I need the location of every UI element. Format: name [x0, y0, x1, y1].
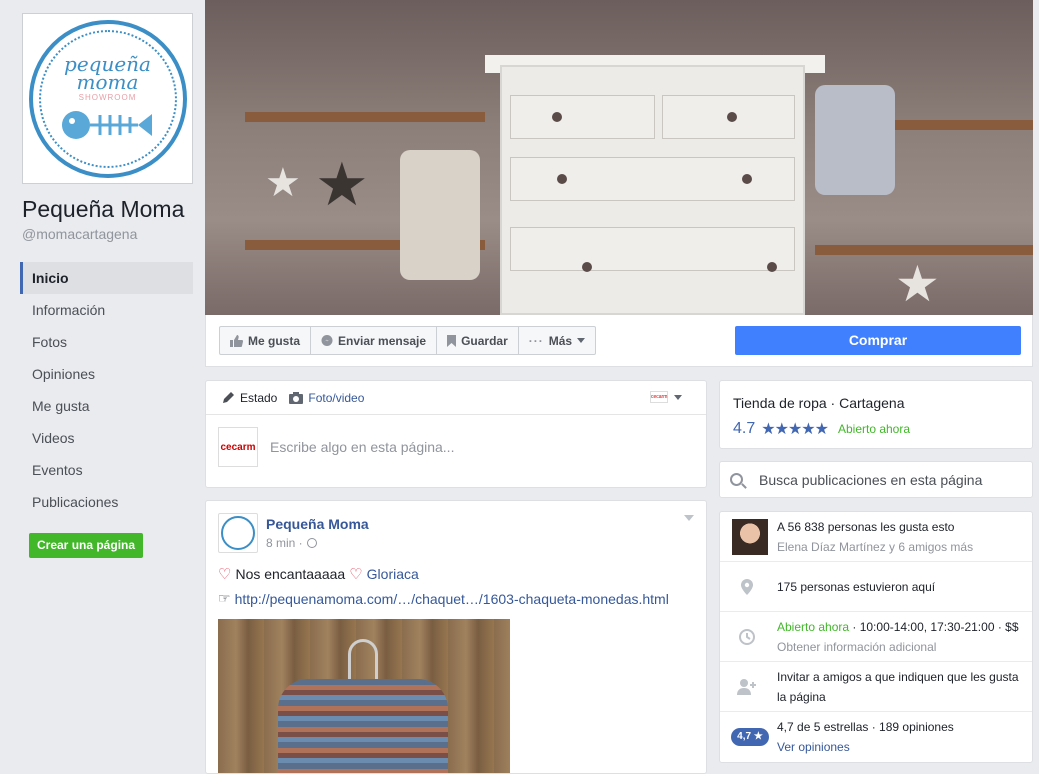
chevron-down-icon	[674, 394, 682, 400]
page-post-search[interactable]: Busca publicaciones en esta página	[719, 461, 1033, 498]
pointing-hand-icon: ☞	[218, 590, 231, 606]
search-icon	[730, 473, 743, 486]
location-pin-icon	[736, 576, 758, 598]
nav-item-publicaciones[interactable]: Publicaciones	[20, 486, 193, 518]
post-photo[interactable]	[218, 619, 510, 773]
rating-stars-icon: ★★★★★	[761, 421, 829, 438]
open-now-status: Abierto ahora	[837, 422, 911, 436]
save-button[interactable]: Guardar	[436, 326, 519, 355]
post-timestamp[interactable]: 8 min ·	[266, 536, 303, 550]
nav-item-informacion[interactable]: Información	[20, 294, 193, 326]
nav-item-eventos[interactable]: Eventos	[20, 454, 193, 486]
cecarm-mini-avatar: cecarm	[650, 391, 668, 403]
hours-text: · 10:00-14:00, 17:30-21:00 · $$	[849, 620, 1019, 634]
like-page-button[interactable]: Me gusta	[219, 326, 312, 355]
camera-icon	[289, 391, 304, 404]
feed-post: Pequeña Moma 8 min · ♡ Nos encantaaaaa ♡…	[205, 500, 707, 774]
post-author[interactable]: Pequeña Moma	[266, 516, 369, 532]
post-author-avatar[interactable]	[218, 513, 258, 553]
like-label: Me gusta	[248, 333, 301, 348]
left-nav: Inicio Información Fotos Opiniones Me gu…	[20, 262, 193, 518]
invite-row[interactable]: Invitar a amigos a que indiquen que les …	[720, 662, 1032, 712]
save-label: Guardar	[461, 333, 508, 348]
checkins-row: 175 personas estuvieron aquí	[720, 562, 1032, 612]
send-message-label: Enviar mensaje	[338, 333, 427, 348]
tab-photo-label: Foto/video	[308, 390, 365, 405]
post-options-chevron-icon[interactable]	[684, 515, 694, 521]
checkins-count: 175 personas estuvieron aquí	[777, 580, 936, 594]
ellipsis-icon: ···	[528, 333, 544, 348]
post-link[interactable]: http://pequenamoma.com/…/chaquet…/1603-c…	[235, 591, 669, 607]
nav-item-me-gusta[interactable]: Me gusta	[20, 390, 193, 422]
rating-summary: 4,7 de 5 estrellas · 189 opiniones	[777, 720, 954, 734]
page-category[interactable]: Tienda de ropa · Cartagena	[733, 395, 904, 411]
profile-picture[interactable]: pequeña moma SHOWROOM	[22, 13, 193, 184]
page-title[interactable]: Pequeña Moma	[22, 196, 184, 223]
post-message-text: Nos encantaaaaa	[235, 566, 346, 582]
clock-icon	[736, 626, 758, 648]
nav-item-opiniones[interactable]: Opiniones	[20, 358, 193, 390]
tab-status-label: Estado	[240, 390, 278, 405]
post-message: ♡ Nos encantaaaaa ♡ Gloriaca	[218, 565, 419, 583]
nav-item-inicio[interactable]: Inicio	[20, 262, 193, 294]
more-label: Más	[548, 333, 573, 348]
composer-input[interactable]: Escribe algo en esta página...	[270, 439, 454, 455]
thumbs-up-icon	[230, 334, 243, 347]
tab-photo-video[interactable]: Foto/video	[289, 391, 364, 405]
rating-row: 4,7 ★ 4,7 de 5 estrellas · 189 opiniones…	[720, 712, 1032, 764]
post-as-selector[interactable]: cecarm	[650, 391, 682, 403]
friend-avatar[interactable]	[732, 519, 768, 555]
page-logo: pequeña moma SHOWROOM	[28, 19, 187, 178]
heart-icon: ♡	[349, 566, 363, 583]
post-meta: 8 min ·	[266, 536, 317, 550]
cover-photo[interactable]: ★ ★ ★	[205, 0, 1033, 315]
post-link-row: ☞ http://pequenamoma.com/…/chaquet…/1603…	[218, 590, 669, 607]
post-mention[interactable]: Gloriaca	[367, 566, 419, 582]
likes-row: A 56 838 personas les gusta esto Elena D…	[720, 512, 1032, 562]
search-input[interactable]: Busca publicaciones en esta página	[759, 472, 982, 488]
rating-badge: 4,7 ★	[731, 728, 769, 746]
page-category-card: Tienda de ropa · Cartagena 4.7 ★★★★★ Abi…	[719, 380, 1033, 449]
see-opinions-link[interactable]: Ver opiniones	[777, 737, 954, 757]
bookmark-icon	[447, 334, 457, 347]
page-handle[interactable]: @momacartagena	[22, 226, 137, 242]
pencil-icon	[223, 392, 234, 403]
chevron-down-icon	[577, 338, 586, 343]
post-composer: Estado Foto/video cecarm cecarm Escribe …	[205, 380, 707, 488]
add-friend-icon	[736, 676, 758, 698]
more-button[interactable]: ··· Más	[517, 326, 597, 355]
rating-value: 4.7	[733, 420, 756, 437]
more-info-link[interactable]: Obtener información adicional	[777, 637, 1019, 657]
nav-item-fotos[interactable]: Fotos	[20, 326, 193, 358]
create-page-button[interactable]: Crear una página	[29, 533, 144, 558]
nav-item-videos[interactable]: Videos	[20, 422, 193, 454]
likes-friends[interactable]: Elena Díaz Martínez y 6 amigos más	[777, 537, 973, 557]
likes-count: A 56 838 personas les gusta esto	[777, 520, 955, 534]
page-action-bar: Me gusta Enviar mensaje Guardar ··· Más …	[205, 315, 1033, 367]
buy-button[interactable]: Comprar	[735, 326, 1021, 355]
messenger-icon	[321, 334, 333, 346]
heart-icon: ♡	[218, 566, 232, 583]
avatar: cecarm	[218, 427, 258, 467]
hours-open-status: Abierto ahora	[777, 620, 850, 634]
tab-status[interactable]: Estado	[222, 391, 277, 405]
about-card: A 56 838 personas les gusta esto Elena D…	[719, 511, 1033, 763]
send-message-button[interactable]: Enviar mensaje	[310, 326, 438, 355]
invite-friends-text[interactable]: Invitar a amigos a que indiquen que les …	[777, 667, 1027, 707]
globe-icon	[306, 538, 317, 548]
hours-row: Abierto ahora · 10:00-14:00, 17:30-21:00…	[720, 612, 1032, 662]
